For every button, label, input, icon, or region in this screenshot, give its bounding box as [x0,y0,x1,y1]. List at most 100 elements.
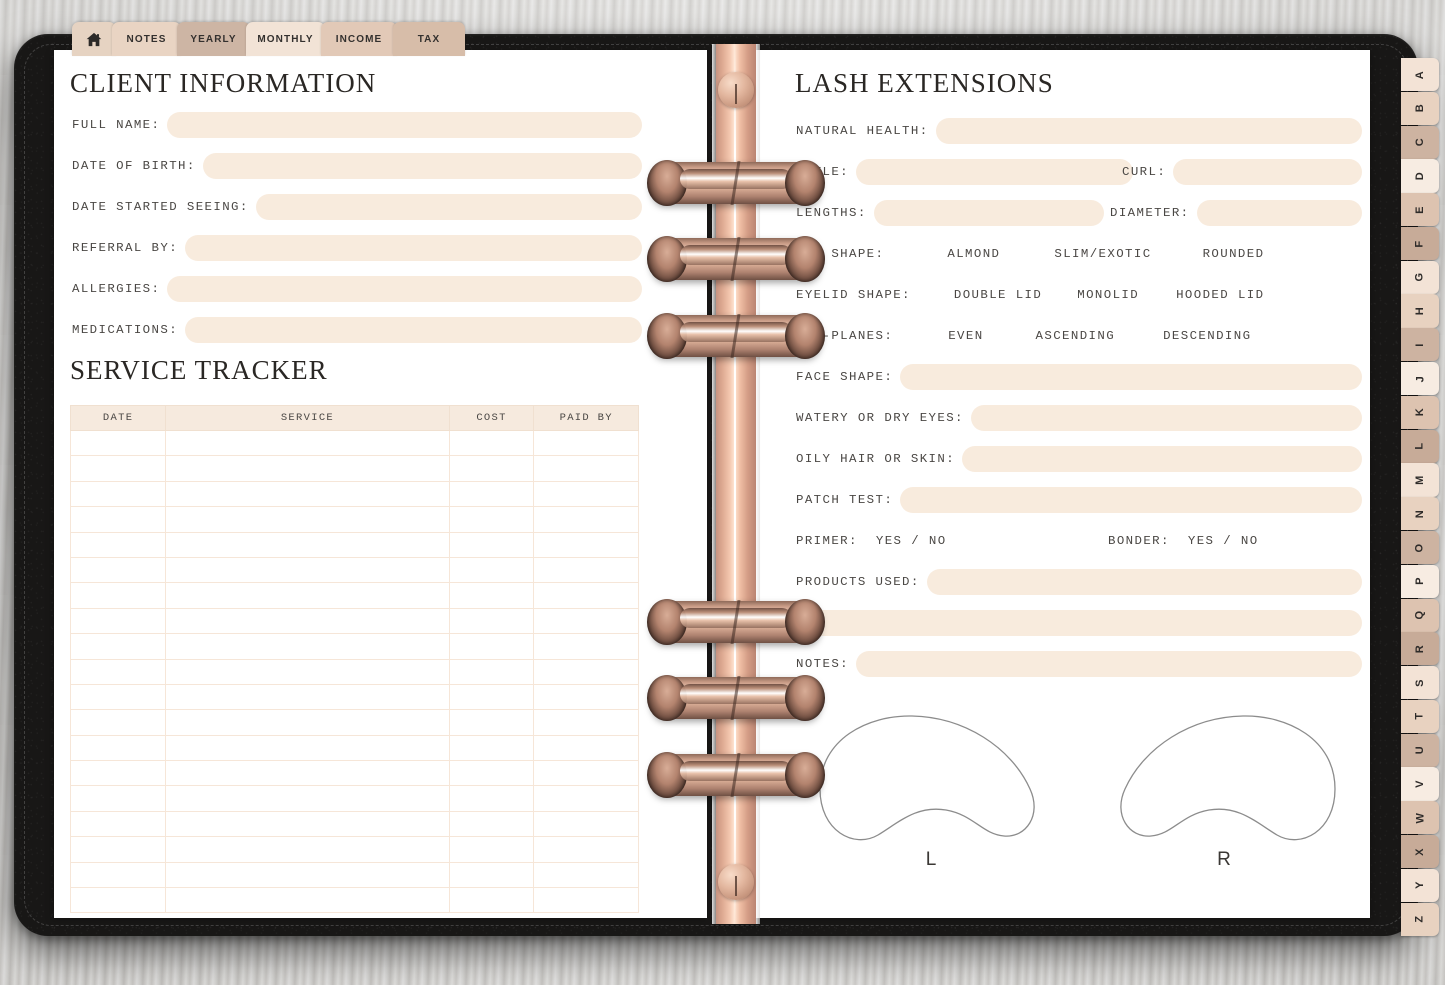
cell-paid-by[interactable] [534,557,639,582]
option-bonder-yes-no[interactable]: YES / NO [1188,534,1259,548]
cell-service[interactable] [166,684,449,709]
option-eye-planes-ascending[interactable]: ASCENDING [1036,329,1116,343]
field-oily-hair-or-skin[interactable]: OILY HAIR OR SKIN: [796,446,1362,472]
alpha-tab-t[interactable]: T [1401,700,1439,733]
field-products-used-line2[interactable] [796,610,1362,636]
cell-cost[interactable] [449,761,534,786]
cell-date[interactable] [71,862,166,887]
field-style-input[interactable] [856,159,1133,185]
field-allergies-input[interactable] [167,276,642,302]
cell-paid-by[interactable] [534,481,639,506]
cell-date[interactable] [71,684,166,709]
cell-paid-by[interactable] [534,735,639,760]
cell-paid-by[interactable] [534,862,639,887]
table-row[interactable] [71,659,639,684]
right-eye-patch[interactable]: R [1099,705,1349,871]
spine-knob-bottom[interactable] [718,864,754,900]
cell-cost[interactable] [449,481,534,506]
cell-paid-by[interactable] [534,532,639,557]
field-curl-input[interactable] [1173,159,1362,185]
cell-service[interactable] [166,888,449,913]
table-row[interactable] [71,507,639,532]
cell-date[interactable] [71,431,166,456]
alpha-tab-q[interactable]: Q [1401,599,1439,632]
table-row[interactable] [71,583,639,608]
alpha-tab-c[interactable]: C [1401,126,1439,159]
cell-date[interactable] [71,481,166,506]
spine-knob-top[interactable] [718,72,754,108]
option-eye-shape-almond[interactable]: ALMOND [947,247,1000,261]
field-curl[interactable]: CURL: [1122,159,1362,185]
alpha-tab-g[interactable]: G [1401,261,1439,294]
option-eyelid-monolid[interactable]: MONOLID [1077,288,1139,302]
table-row[interactable] [71,811,639,836]
option-eye-shape-slim-exotic[interactable]: SLIM/EXOTIC [1054,247,1151,261]
cell-cost[interactable] [449,507,534,532]
cell-cost[interactable] [449,862,534,887]
cell-cost[interactable] [449,659,534,684]
table-row[interactable] [71,684,639,709]
alpha-tab-j[interactable]: J [1401,362,1439,395]
cell-paid-by[interactable] [534,837,639,862]
cell-paid-by[interactable] [534,659,639,684]
field-natural-health-input[interactable] [936,118,1362,144]
cell-service[interactable] [166,634,449,659]
table-row[interactable] [71,431,639,456]
table-row[interactable] [71,837,639,862]
alpha-tab-w[interactable]: W [1401,801,1439,834]
alpha-tab-b[interactable]: B [1401,92,1439,125]
cell-service[interactable] [166,481,449,506]
field-products-used[interactable]: PRODUCTS USED: [796,569,1362,595]
table-row[interactable] [71,557,639,582]
alpha-tab-e[interactable]: E [1401,193,1439,226]
left-eye-patch[interactable]: L [806,705,1056,871]
cell-cost[interactable] [449,888,534,913]
cell-service[interactable] [166,583,449,608]
field-medications[interactable]: MEDICATIONS: [72,317,642,343]
cell-date[interactable] [71,608,166,633]
tab-tax[interactable]: TAX [393,22,465,56]
service-tracker-table[interactable]: DATE SERVICE COST PAID BY [70,405,639,913]
cell-date[interactable] [71,456,166,481]
field-date-of-birth-input[interactable] [203,153,642,179]
cell-paid-by[interactable] [534,888,639,913]
cell-cost[interactable] [449,684,534,709]
tab-yearly[interactable]: YEARLY [177,22,250,56]
cell-cost[interactable] [449,837,534,862]
cell-cost[interactable] [449,811,534,836]
cell-cost[interactable] [449,786,534,811]
cell-date[interactable] [71,735,166,760]
field-watery-or-dry-eyes[interactable]: WATERY OR DRY EYES: [796,405,1362,431]
option-eyelid-hooded-lid[interactable]: HOODED LID [1176,288,1264,302]
cell-cost[interactable] [449,456,534,481]
field-products-used-line2-input[interactable] [796,610,1362,636]
cell-cost[interactable] [449,634,534,659]
field-date-started-seeing[interactable]: DATE STARTED SEEING: [72,194,642,220]
field-full-name[interactable]: FULL NAME: [72,112,642,138]
alpha-tab-f[interactable]: F [1401,227,1439,260]
cell-service[interactable] [166,761,449,786]
option-eye-planes-descending[interactable]: DESCENDING [1163,329,1251,343]
cell-paid-by[interactable] [534,710,639,735]
cell-paid-by[interactable] [534,456,639,481]
option-eye-planes-even[interactable]: EVEN [948,329,983,343]
field-lengths[interactable]: LENGTHS: [796,200,1104,226]
cell-paid-by[interactable] [534,811,639,836]
cell-cost[interactable] [449,735,534,760]
cell-cost[interactable] [449,583,534,608]
field-face-shape-input[interactable] [900,364,1362,390]
cell-date[interactable] [71,532,166,557]
cell-cost[interactable] [449,532,534,557]
alpha-tab-y[interactable]: Y [1401,869,1439,902]
cell-date[interactable] [71,786,166,811]
table-row[interactable] [71,481,639,506]
field-natural-health[interactable]: NATURAL HEALTH: [796,118,1362,144]
cell-date[interactable] [71,888,166,913]
cell-paid-by[interactable] [534,684,639,709]
cell-service[interactable] [166,837,449,862]
field-diameter-input[interactable] [1197,200,1362,226]
field-referral-by[interactable]: REFERRAL BY: [72,235,642,261]
alpha-tab-n[interactable]: N [1401,497,1439,530]
alpha-tab-z[interactable]: Z [1401,903,1439,936]
field-notes-input[interactable] [856,651,1362,677]
